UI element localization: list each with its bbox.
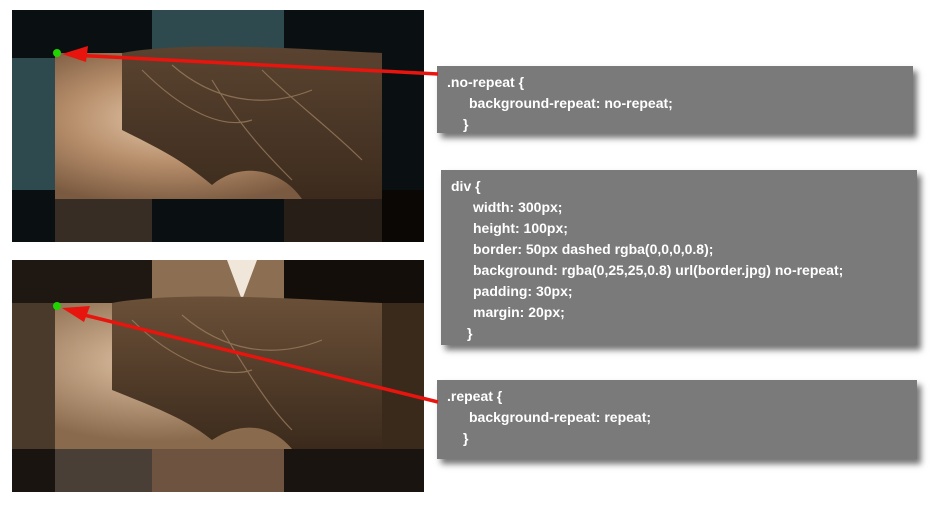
div-code-box: div { width: 300px; height: 100px; borde… bbox=[441, 170, 917, 345]
code-line: border: 50px dashed rgba(0,0,0,0.8); bbox=[473, 241, 714, 257]
tile-right bbox=[382, 303, 424, 449]
code-line: padding: 30px; bbox=[473, 283, 573, 299]
repeat-demo-image bbox=[12, 260, 424, 492]
origin-marker bbox=[53, 49, 61, 57]
tile-top-right bbox=[284, 260, 424, 303]
code-line: } bbox=[463, 430, 469, 446]
corner-bottom-right bbox=[382, 190, 424, 242]
code-line: div { bbox=[451, 178, 481, 194]
no-repeat-render bbox=[12, 10, 424, 242]
no-repeat-demo-image bbox=[12, 10, 424, 242]
code-line: width: 300px; bbox=[473, 199, 563, 215]
code-line: .no-repeat { bbox=[447, 74, 525, 90]
repeat-render bbox=[12, 260, 424, 492]
border-dash-bottom-left bbox=[55, 199, 152, 242]
border-dash-left bbox=[12, 58, 55, 190]
code-line: margin: 20px; bbox=[473, 304, 565, 320]
border-dash-bottom-right bbox=[284, 199, 382, 242]
code-line: background: rgba(0,25,25,0.8) url(border… bbox=[473, 262, 844, 278]
tile-bottom-left bbox=[55, 449, 152, 492]
tile-left bbox=[12, 303, 55, 449]
code-line: } bbox=[463, 116, 469, 132]
code-line: .repeat { bbox=[447, 388, 503, 404]
repeat-code-box: .repeat { background-repeat: repeat; } bbox=[437, 380, 917, 459]
origin-marker bbox=[53, 302, 61, 310]
code-line: } bbox=[467, 325, 473, 341]
code-line: background-repeat: no-repeat; bbox=[469, 95, 673, 111]
tile-top-left bbox=[12, 260, 152, 303]
code-line: background-repeat: repeat; bbox=[469, 409, 652, 425]
code-line: height: 100px; bbox=[473, 220, 568, 236]
no-repeat-code-box: .no-repeat { background-repeat: no-repea… bbox=[437, 66, 913, 133]
tile-bottom-center bbox=[152, 449, 284, 492]
